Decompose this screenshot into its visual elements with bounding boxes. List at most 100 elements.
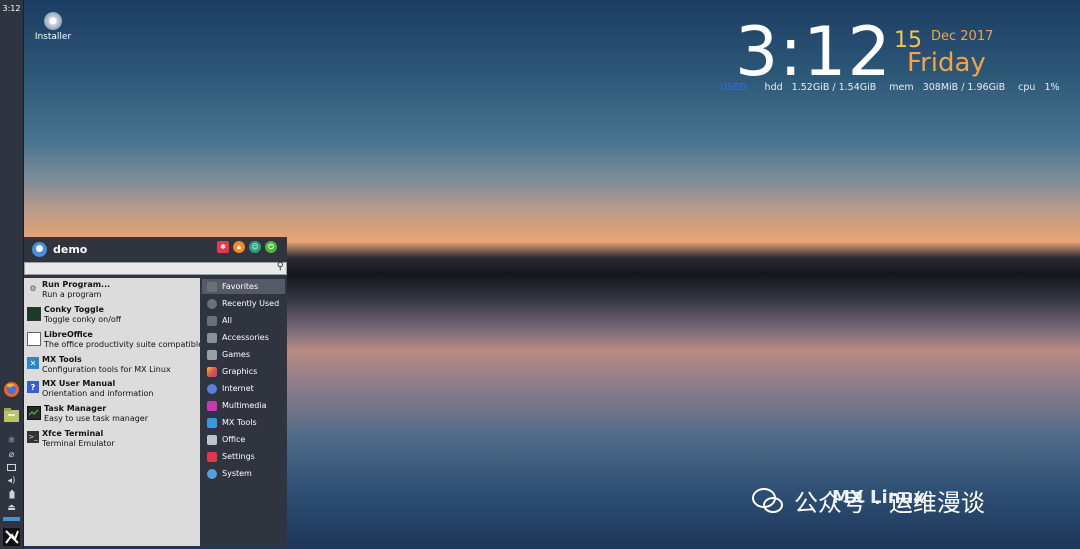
- category-label: Settings: [222, 452, 255, 461]
- mx-logo-icon: [4, 530, 19, 544]
- left-panel: 3:12 ⚛ ⌀ ◂) ⏏: [0, 0, 24, 549]
- clock-icon: [207, 298, 217, 309]
- item-title: MX User Manual: [42, 379, 116, 388]
- menu-username: demo: [53, 242, 88, 256]
- network-icon[interactable]: ⚛: [3, 435, 20, 446]
- workspace-indicator[interactable]: [3, 516, 20, 521]
- paperclip-icon[interactable]: ⌀: [3, 449, 20, 460]
- office-icon: [207, 434, 217, 445]
- category-label: Office: [222, 435, 246, 444]
- category-label: Graphics: [222, 367, 258, 376]
- log-out-button[interactable]: ⏻: [265, 241, 277, 253]
- category-games[interactable]: Games: [202, 347, 285, 362]
- bookmark-icon: [207, 281, 217, 292]
- conky-mem-value: 308MiB / 1.96GiB: [922, 82, 1006, 93]
- file-manager-icon[interactable]: [3, 406, 20, 425]
- lock-screen-button[interactable]: 🔒︎: [233, 241, 245, 253]
- desktop: { "panel": { "clock": "3:12", "launchers…: [0, 0, 1080, 549]
- item-title: MX Tools: [42, 355, 82, 364]
- category-label: Favorites: [222, 282, 259, 291]
- desktop-icon-installer[interactable]: Installer: [34, 12, 72, 42]
- conky-hdd-value: 1.52GiB / 1.54GiB: [791, 82, 877, 93]
- list-item-libreoffice[interactable]: LibreOffice The office productivity suite…: [26, 330, 200, 354]
- document-icon: [27, 332, 41, 346]
- graphics-icon: [207, 366, 217, 377]
- gear-icon: ⚙: [29, 283, 37, 293]
- category-favorites[interactable]: Favorites: [202, 279, 285, 294]
- gamepad-icon: [207, 349, 217, 360]
- item-subtitle: Orientation and information: [42, 389, 154, 398]
- item-subtitle: The office productivity suite compatible…: [44, 340, 200, 349]
- list-item-mx-user-manual[interactable]: ? MX User Manual Orientation and informat…: [26, 379, 200, 403]
- volume-icon[interactable]: ◂): [3, 475, 20, 486]
- list-item-xfce-terminal[interactable]: >_ Xfce Terminal Terminal Emulator: [26, 429, 200, 453]
- category-recently-used[interactable]: Recently Used: [202, 296, 285, 311]
- whisker-menu: demo ✱ 🔒︎ ☺ ⏻ ⚲ ⚙ Run Program... Run a pr…: [24, 237, 287, 546]
- category-multimedia[interactable]: Multimedia: [202, 398, 285, 413]
- system-icon: [207, 468, 217, 479]
- display-icon[interactable]: [3, 462, 20, 473]
- settings-manager-button[interactable]: ✱: [217, 241, 229, 253]
- item-subtitle: Easy to use task manager: [44, 414, 149, 423]
- category-office[interactable]: Office: [202, 432, 285, 447]
- favorites-list: ⚙ Run Program... Run a program Conky Togg…: [24, 278, 200, 546]
- wechat-icon: [752, 487, 783, 513]
- eject-icon[interactable]: ⏏: [3, 502, 20, 513]
- search-icon: ⚲: [276, 261, 284, 272]
- mx-tools-icon: [207, 417, 217, 428]
- category-all[interactable]: All: [202, 313, 285, 328]
- conky-cpu-value: 1%: [1044, 82, 1060, 93]
- conky-stats: USED: hdd 1.52GiB / 1.54GiB mem 308MiB /…: [720, 82, 1070, 93]
- mx-menu-button[interactable]: [3, 528, 20, 546]
- monitor-icon: [27, 307, 41, 321]
- battery-icon[interactable]: [3, 489, 20, 500]
- watermark-logo-text: MX Linux: [832, 487, 925, 508]
- firefox-icon[interactable]: [3, 380, 20, 399]
- list-item-conky-toggle[interactable]: Conky Toggle Toggle conky on/off: [26, 305, 200, 329]
- conky-month-year: Dec 2017: [931, 29, 994, 44]
- conky-time: 3:12: [735, 13, 892, 92]
- category-internet[interactable]: Internet: [202, 381, 285, 396]
- search-input[interactable]: ⚲: [24, 261, 287, 275]
- category-label: All: [222, 316, 232, 325]
- mx-tools-icon: ✕: [27, 357, 39, 369]
- category-mx-tools[interactable]: MX Tools: [202, 415, 285, 430]
- list-item-mx-tools[interactable]: ✕ MX Tools Configuration tools for MX Lin…: [26, 355, 200, 379]
- grid-icon: [207, 315, 217, 326]
- item-title: Xfce Terminal: [42, 429, 104, 438]
- item-subtitle: Configuration tools for MX Linux: [42, 365, 171, 374]
- category-system[interactable]: System: [202, 466, 285, 481]
- globe-icon: [207, 383, 217, 394]
- watermark: 公众号 · 运维漫谈 MX Linux: [752, 483, 985, 518]
- task-manager-icon: [27, 406, 41, 420]
- terminal-icon: >_: [27, 431, 39, 443]
- category-label: System: [222, 469, 252, 478]
- menu-header: demo ✱ 🔒︎ ☺ ⏻: [24, 237, 287, 261]
- category-accessories[interactable]: Accessories: [202, 330, 285, 345]
- multimedia-icon: [207, 400, 217, 411]
- conky-weekday: Friday: [907, 48, 986, 78]
- category-graphics[interactable]: Graphics: [202, 364, 285, 379]
- panel-clock[interactable]: 3:12: [0, 4, 23, 13]
- accessories-icon: [207, 332, 217, 343]
- help-icon: ?: [27, 381, 39, 393]
- disc-icon: [44, 12, 62, 30]
- conky-mem-label: mem: [889, 82, 914, 93]
- list-item-run-program[interactable]: ⚙ Run Program... Run a program: [26, 280, 200, 304]
- conky-cpu-label: cpu: [1018, 82, 1036, 93]
- user-avatar-icon: [32, 241, 47, 257]
- category-label: MX Tools: [222, 418, 257, 427]
- category-settings[interactable]: Settings: [202, 449, 285, 464]
- category-list: Favorites Recently Used All Accessories …: [202, 278, 287, 546]
- category-label: Multimedia: [222, 401, 267, 410]
- settings-icon: [207, 451, 217, 462]
- desktop-icon-label: Installer: [34, 32, 72, 42]
- item-subtitle: Terminal Emulator: [42, 439, 115, 448]
- item-title: Task Manager: [44, 404, 107, 413]
- item-title: Conky Toggle: [44, 305, 104, 314]
- category-label: Recently Used: [222, 299, 280, 308]
- list-item-task-manager[interactable]: Task Manager Easy to use task manager: [26, 404, 200, 428]
- switch-user-button[interactable]: ☺: [249, 241, 261, 253]
- item-subtitle: Toggle conky on/off: [44, 315, 122, 324]
- category-label: Accessories: [222, 333, 269, 342]
